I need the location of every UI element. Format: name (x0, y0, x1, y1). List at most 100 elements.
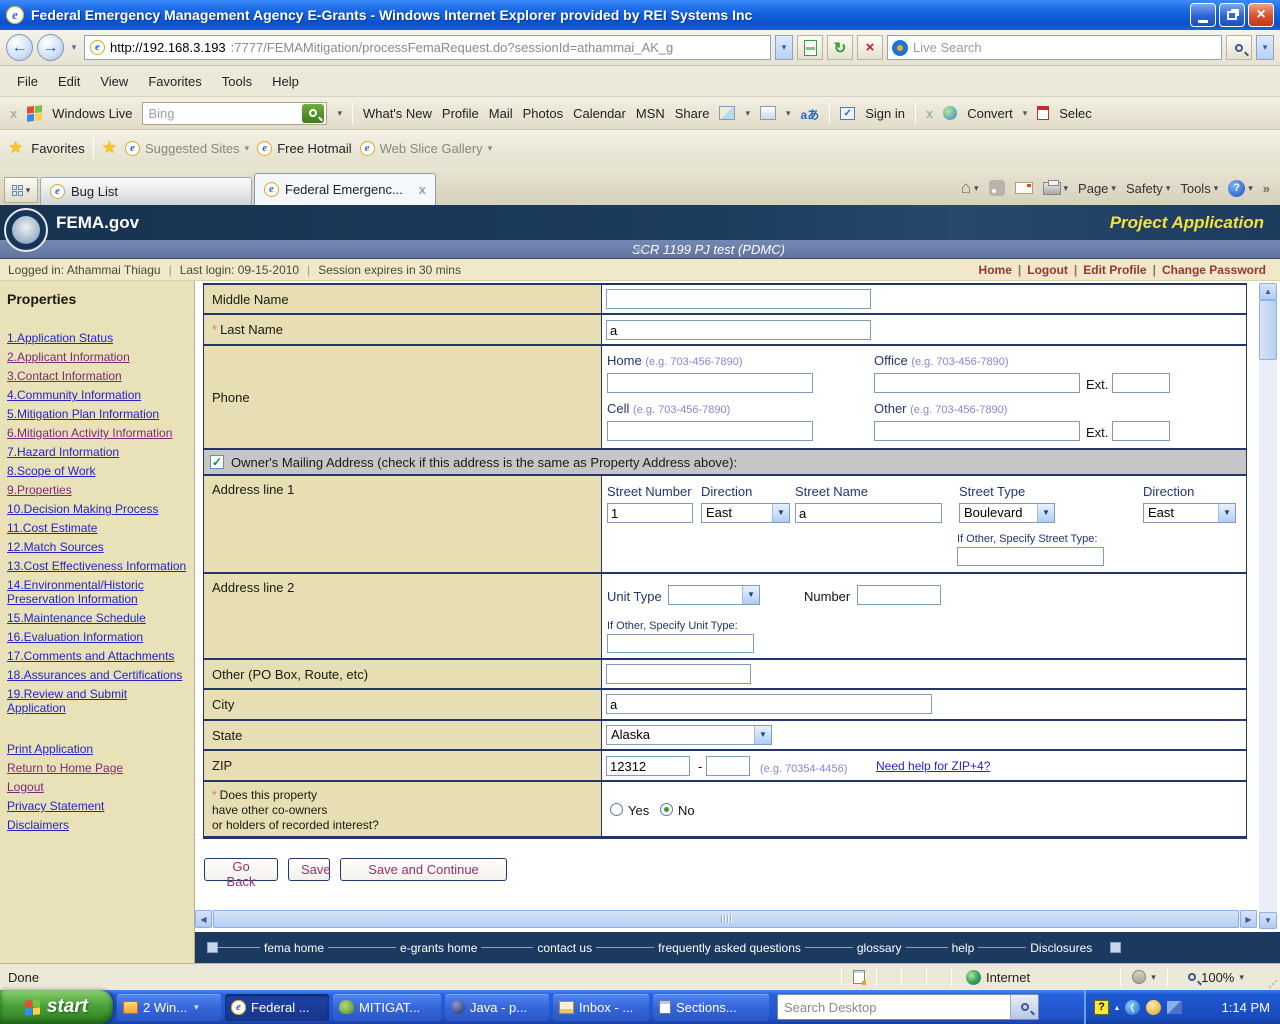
stop-button[interactable]: × (857, 35, 883, 60)
tray-collapse-icon[interactable]: ▴ (1115, 1003, 1119, 1012)
sidebar-item-scope-of-work[interactable]: 8.Scope of Work (7, 464, 188, 478)
tab-bug-list[interactable]: e Bug List (40, 177, 252, 205)
vertical-scroll-thumb[interactable] (1259, 300, 1277, 360)
direction2-select[interactable]: East▼ (1143, 503, 1236, 523)
refresh-button[interactable]: ↻ (827, 35, 853, 60)
menu-tools[interactable]: Tools (213, 71, 261, 92)
unit-type-select[interactable]: ▼ (668, 585, 760, 605)
sidebar-item-evaluation-information[interactable]: 16.Evaluation Information (7, 630, 188, 644)
desktop-search-input[interactable] (778, 1000, 1010, 1015)
scroll-up-arrow[interactable]: ▲ (1259, 283, 1277, 300)
bing-go-button[interactable] (302, 104, 324, 123)
zip-help-link[interactable]: Need help for ZIP+4? (876, 759, 990, 773)
restore-button[interactable] (1219, 3, 1245, 27)
coowners-yes-radio[interactable] (610, 803, 623, 816)
other-ext-input[interactable] (1112, 421, 1170, 441)
windows-live-label[interactable]: Windows Live (52, 106, 132, 121)
task-federal-ie[interactable]: e Federal ... (225, 994, 329, 1021)
footer-egrants-home-link[interactable]: e-grants home (396, 941, 481, 955)
page-menu[interactable]: Page▾ (1078, 181, 1116, 196)
menu-edit[interactable]: Edit (49, 71, 89, 92)
task-windows-group[interactable]: 2 Win... ▾ (117, 994, 221, 1021)
translate-icon[interactable]: aあ (801, 106, 820, 120)
close-icon[interactable]: x (926, 106, 933, 121)
cell-phone-input[interactable] (607, 421, 813, 441)
convert-button[interactable]: Convert (967, 106, 1013, 121)
sidebar-item-review-submit[interactable]: 19.Review and Submit Application (7, 687, 188, 715)
link-share[interactable]: Share (675, 106, 710, 121)
minimize-button[interactable] (1190, 3, 1216, 27)
link-profile[interactable]: Profile (442, 106, 479, 121)
favorite-free-hotmail[interactable]: e Free Hotmail (257, 141, 351, 156)
sidebar-item-environmental-historic[interactable]: 14.Environmental/Historic Preservation I… (7, 578, 188, 606)
sidebar-item-mitigation-activity-information[interactable]: 6.Mitigation Activity Information (7, 426, 188, 440)
state-select[interactable]: Alaska▼ (606, 725, 772, 745)
return-home-link[interactable]: Return to Home Page (7, 761, 188, 775)
tray-clock-icon[interactable] (1146, 1000, 1161, 1015)
street-number-input[interactable] (607, 503, 693, 523)
sidebar-item-match-sources[interactable]: 12.Match Sources (7, 540, 188, 554)
task-sections[interactable]: Sections... (653, 994, 769, 1021)
tools-menu[interactable]: Tools▾ (1180, 181, 1218, 196)
other-unit-type-input[interactable] (607, 634, 754, 653)
sidebar-item-comments-attachments[interactable]: 17.Comments and Attachments (7, 649, 188, 663)
last-name-input[interactable] (606, 320, 871, 340)
help-menu[interactable]: ?▾ (1228, 180, 1253, 197)
sidebar-item-decision-making-process[interactable]: 10.Decision Making Process (7, 502, 188, 516)
bing-search-input[interactable] (148, 106, 302, 121)
menu-file[interactable]: File (8, 71, 47, 92)
live-search-box[interactable] (887, 35, 1222, 60)
go-back-button[interactable]: Go Back (204, 858, 278, 881)
home-link[interactable]: Home (979, 263, 1012, 277)
save-button[interactable]: Save (288, 858, 330, 881)
sidebar-item-properties[interactable]: 9.Properties (7, 483, 188, 497)
footer-fema-home-link[interactable]: fema home (260, 941, 328, 955)
horizontal-scroll-thumb[interactable] (213, 910, 1239, 928)
direction-select[interactable]: East▼ (701, 503, 790, 523)
sidebar-item-cost-estimate[interactable]: 11.Cost Estimate (7, 521, 188, 535)
link-msn[interactable]: MSN (636, 106, 665, 121)
link-whats-new[interactable]: What's New (363, 106, 432, 121)
logout-link[interactable]: Logout (1027, 263, 1068, 277)
tray-help-icon[interactable]: ? (1094, 1000, 1109, 1015)
favorites-star-icon[interactable]: ★ (8, 138, 23, 158)
sidebar-item-mitigation-plan-information[interactable]: 5.Mitigation Plan Information (7, 407, 188, 421)
street-type-select[interactable]: Boulevard▼ (959, 503, 1055, 523)
protected-mode-panel[interactable]: ▾ (1121, 964, 1167, 991)
window-titlebar[interactable]: e Federal Emergency Management Agency E-… (0, 0, 1280, 30)
sidebar-item-assurances-certifications[interactable]: 18.Assurances and Certifications (7, 668, 188, 682)
footer-glossary-link[interactable]: glossary (853, 941, 906, 955)
rss-feed-icon[interactable] (989, 180, 1005, 196)
sidebar-item-applicant-information[interactable]: 2.Applicant Information (7, 350, 188, 364)
favorite-suggested-sites[interactable]: e Suggested Sites ▾ (125, 141, 249, 156)
footer-faq-link[interactable]: frequently asked questions (654, 941, 805, 955)
favorite-web-slice-gallery[interactable]: e Web Slice Gallery ▾ (360, 141, 493, 156)
unit-number-input[interactable] (857, 585, 941, 605)
mailing-address-checkbox[interactable]: ✓ (210, 455, 224, 469)
overflow-chevron-icon[interactable]: » (1263, 181, 1270, 196)
task-java[interactable]: Java - p... (445, 994, 549, 1021)
desktop-search-button[interactable] (1010, 995, 1038, 1019)
other-street-type-input[interactable] (957, 547, 1104, 566)
back-button[interactable]: ← (6, 34, 33, 61)
convert-dropdown[interactable]: ▾ (1023, 108, 1028, 119)
zip-input[interactable] (606, 756, 690, 776)
zip-plus4-input[interactable] (706, 756, 750, 776)
print-application-link[interactable]: Print Application (7, 742, 188, 756)
add-favorite-icon[interactable]: ★ (102, 138, 117, 158)
sidebar-item-community-information[interactable]: 4.Community Information (7, 388, 188, 402)
footer-help-link[interactable]: help (948, 941, 979, 955)
coowners-no-radio[interactable] (660, 803, 673, 816)
menu-help[interactable]: Help (263, 71, 308, 92)
live-search-input[interactable] (913, 40, 1217, 55)
layout-dropdown[interactable]: ▾ (786, 108, 791, 119)
zoom-panel[interactable]: 100% ▾ (1168, 964, 1264, 991)
sidebar-item-cost-effectiveness-information[interactable]: 13.Cost Effectiveness Information (7, 559, 188, 573)
search-options-dropdown[interactable]: ▾ (1256, 35, 1274, 60)
bing-search-box[interactable] (142, 102, 327, 125)
link-mail[interactable]: Mail (489, 106, 513, 121)
task-mitigation[interactable]: MITIGAT... (333, 994, 441, 1021)
search-go-button[interactable] (1226, 35, 1252, 60)
scroll-right-arrow[interactable]: ▶ (1240, 910, 1257, 928)
sign-in-button[interactable]: Sign in (865, 106, 905, 121)
